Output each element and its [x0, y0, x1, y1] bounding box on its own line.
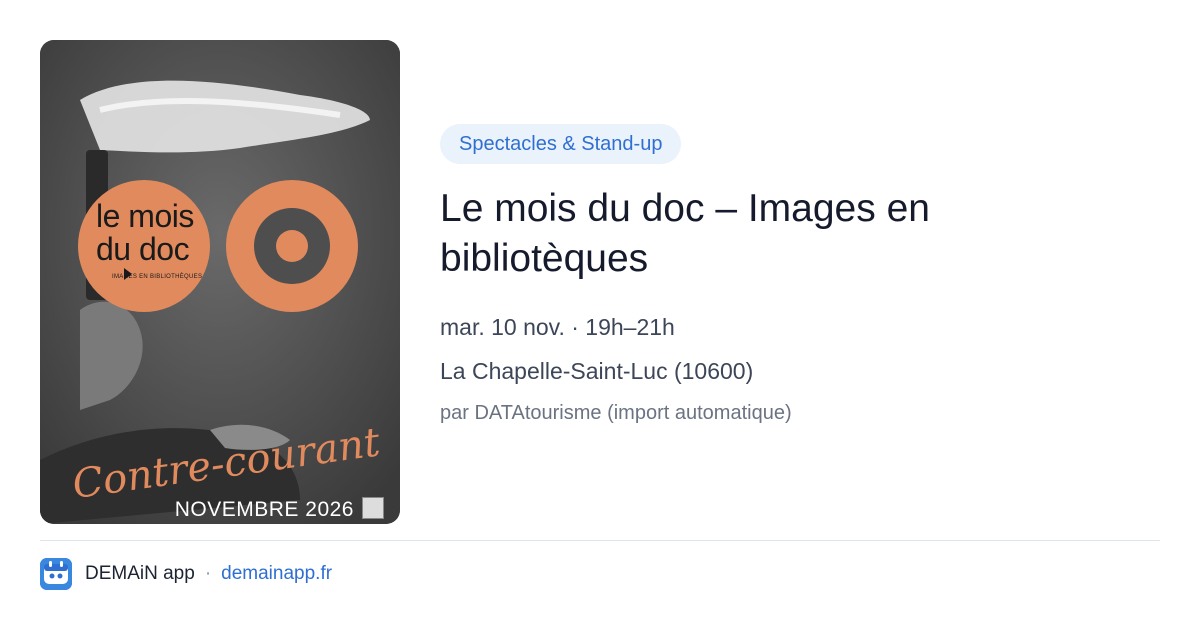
event-source: par DATAtourisme (import automatique): [440, 402, 792, 424]
event-title: Le mois du doc – Images en bibliotèques: [440, 187, 930, 280]
event-datetime: mar. 10 nov. · 19h–21h: [440, 314, 675, 340]
poster-logo-line2: du doc: [96, 231, 190, 267]
poster-logo-line1: le mois: [96, 198, 194, 234]
category-chip[interactable]: Spectacles & Stand-up: [440, 124, 682, 164]
poster-date-caption: NOVEMBRE 2026: [174, 498, 354, 521]
qr-code-icon: [362, 497, 384, 519]
footer-separator: ·: [204, 563, 212, 584]
app-name: DEMAiN app: [85, 563, 195, 584]
domain-link[interactable]: demainapp.fr: [221, 563, 332, 585]
demain-app-icon: [40, 558, 72, 590]
footer-divider: [40, 540, 1160, 541]
poster-logo-subtitle: IMAGES EN BIBLIOTHÈQUES: [112, 274, 203, 280]
poster-logo: le mois du doc IMAGES EN BIBLIOTHÈQUES: [96, 200, 202, 281]
footer: DEMAiN app · demainapp.fr: [40, 558, 332, 590]
event-poster-image[interactable]: le mois du doc IMAGES EN BIBLIOTHÈQUES C…: [40, 40, 400, 524]
event-location: La Chapelle-Saint-Luc (10600): [440, 358, 754, 384]
